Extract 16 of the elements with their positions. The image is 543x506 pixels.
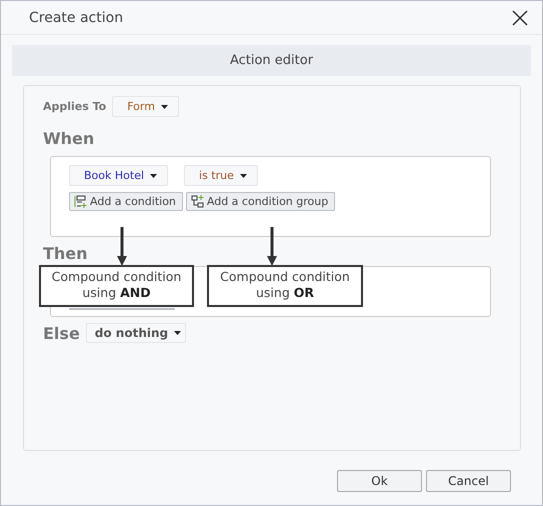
ok-button[interactable]: Ok: [337, 470, 422, 492]
when-heading: When: [43, 129, 94, 148]
else-heading: Else: [43, 324, 80, 342]
section-header: Action editor: [12, 45, 531, 76]
then-heading: Then: [43, 244, 88, 263]
operator-dropdown[interactable]: is true: [184, 165, 258, 186]
subject-dropdown[interactable]: Book Hotel: [69, 165, 168, 186]
cancel-button[interactable]: Cancel: [426, 470, 511, 492]
applies-to-dropdown[interactable]: Form: [112, 96, 179, 117]
add-condition-button[interactable]: Add a condition: [69, 192, 183, 211]
callout-note: Compound condition using OR: [207, 265, 363, 307]
applies-to-label: Applies To: [43, 100, 106, 113]
add-condition-button[interactable]: Add a condition group: [186, 192, 336, 211]
else-dropdown[interactable]: do nothing: [86, 323, 186, 343]
callout-note: Compound condition using AND: [39, 265, 194, 307]
window-title: Create action: [29, 10, 124, 26]
